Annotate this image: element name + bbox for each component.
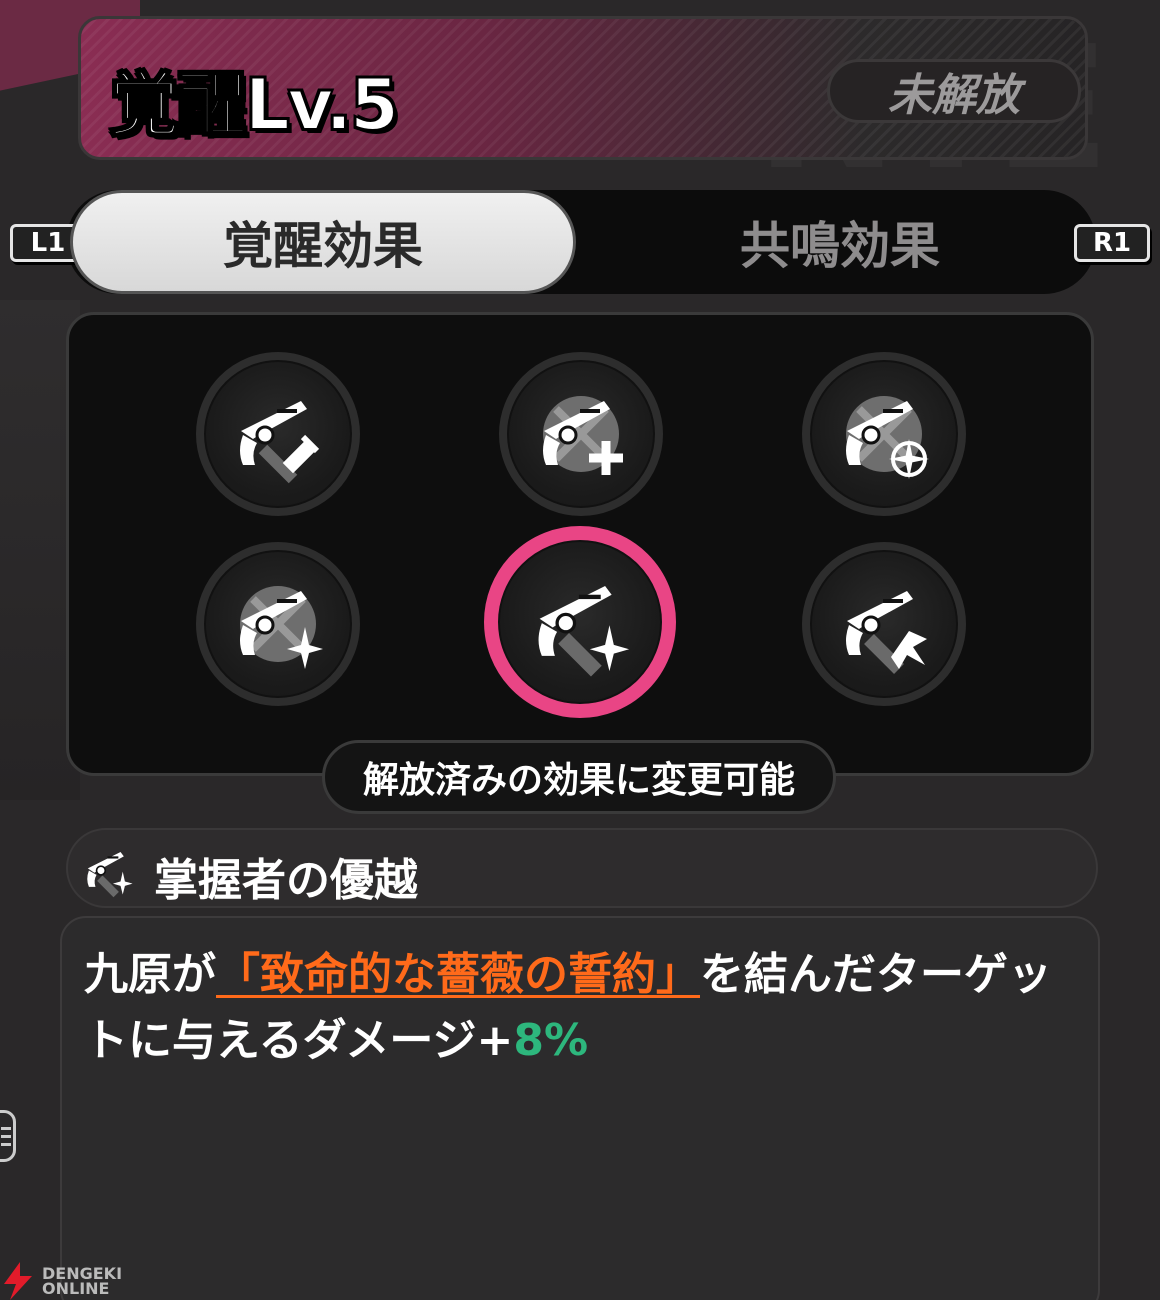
description-text: 九原が「致命的な薔薇の誓約」を結んだターゲットに与えるダメージ+8%: [84, 942, 1084, 1074]
watermark: DENGEKI ONLINE: [0, 1262, 122, 1300]
skill-header: 掌握者の優越: [66, 828, 1098, 908]
lightning-logo-icon: [4, 1262, 32, 1300]
revolver-star-icon: [86, 851, 133, 898]
revolver-star-icon: [536, 584, 630, 677]
page-title: 覚醒Lv.5: [108, 63, 400, 147]
revolver-shield-star-icon: [223, 569, 323, 669]
side-menu-icon[interactable]: [0, 1110, 16, 1162]
effect-slot-4[interactable]: [196, 542, 360, 706]
description-value: 8%: [513, 1015, 589, 1066]
description-keyword-link[interactable]: 「致命的な薔薇の誓約」: [216, 949, 700, 1000]
tab-awakening-effect[interactable]: 覚醒効果: [70, 190, 576, 294]
r1-key-hint[interactable]: R1: [1074, 224, 1150, 262]
effect-slot-3[interactable]: [802, 352, 966, 516]
watermark-line2: ONLINE: [42, 1279, 110, 1298]
awakening-header: 覚醒Lv.5 未解放: [78, 16, 1088, 160]
description-prefix: 九原が: [84, 949, 216, 1000]
effect-slot-1[interactable]: [196, 352, 360, 516]
effect-slot-6[interactable]: [802, 542, 966, 706]
revolver-shield-plus-icon: [526, 379, 623, 489]
revolver-sword-icon: [238, 399, 320, 484]
effect-slot-5-selected[interactable]: [484, 526, 676, 718]
revolver-burst-icon: [844, 589, 927, 674]
skill-name: 掌握者の優越: [154, 855, 418, 906]
tab-resonance-effect[interactable]: 共鳴効果: [590, 190, 1090, 294]
effects-caption: 解放済みの効果に変更可能: [322, 740, 836, 814]
description-box: 九原が「致命的な薔薇の誓約」を結んだターゲットに与えるダメージ+8%: [60, 916, 1100, 1300]
effect-slot-2[interactable]: [499, 352, 663, 516]
revolver-shield-compass-icon: [829, 379, 929, 479]
status-badge: 未解放: [827, 59, 1081, 123]
